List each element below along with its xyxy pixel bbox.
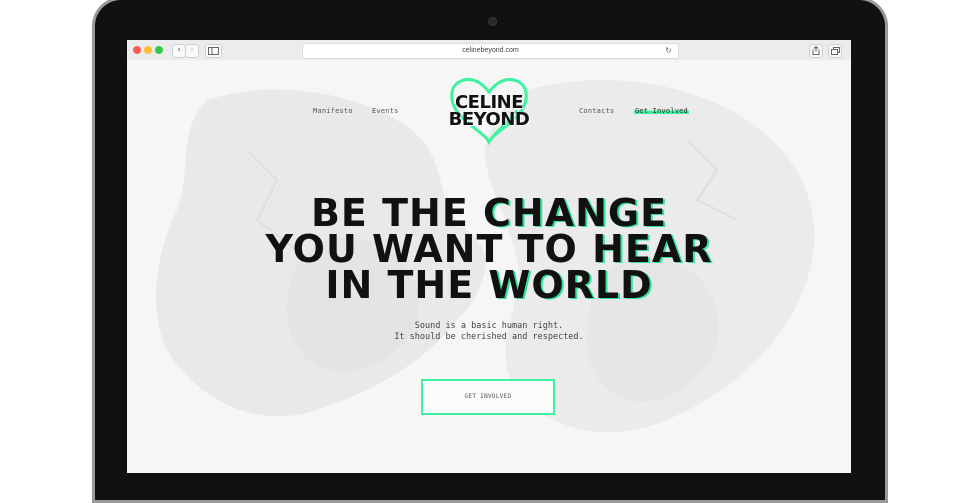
web-page: Manifesto Events Contacts Get Involved C… — [127, 60, 851, 473]
close-window-button[interactable] — [133, 46, 141, 54]
tabs-icon[interactable] — [828, 44, 842, 58]
nav-get-involved[interactable]: Get Involved — [634, 107, 689, 115]
minimize-window-button[interactable] — [144, 46, 152, 54]
nav-contacts[interactable]: Contacts — [579, 107, 614, 115]
celine-beyond-logo[interactable]: CELINE BEYOND — [433, 74, 545, 146]
share-icon[interactable] — [809, 44, 823, 58]
headline-line-1: BE THE CHANGE — [127, 194, 851, 232]
screen: ‹ › celinebeyond.com ↻ Manifesto Events … — [127, 40, 851, 473]
headline-line-3: IN THE WORLD — [127, 266, 851, 304]
reload-icon[interactable]: ↻ — [665, 44, 672, 58]
headline-line-2: YOU WANT TO HEAR — [127, 230, 851, 268]
maximize-window-button[interactable] — [155, 46, 163, 54]
get-involved-button[interactable]: GET INVOLVED — [421, 379, 555, 415]
hero-subtitle-2: It should be cherished and respected. — [394, 332, 584, 342]
browser-toolbar: ‹ › celinebeyond.com ↻ — [127, 40, 851, 61]
camera-icon — [488, 17, 497, 26]
address-bar[interactable]: celinebeyond.com ↻ — [302, 43, 679, 59]
nav-events[interactable]: Events — [372, 107, 399, 115]
headline-text: IN THE — [325, 263, 489, 307]
hero-headline: BE THE CHANGE YOU WANT TO HEAR IN THE WO… — [127, 194, 851, 304]
sidebar-icon[interactable] — [205, 44, 222, 58]
back-icon[interactable]: ‹ — [172, 44, 186, 58]
logo-line-2: BEYOND — [448, 109, 530, 130]
headline-accent: WORLD — [488, 263, 653, 307]
url-text: celinebeyond.com — [462, 47, 519, 54]
hero-subtitle-1: Sound is a basic human right. — [414, 321, 564, 331]
nav-manifesto[interactable]: Manifesto — [313, 107, 353, 115]
forward-icon[interactable]: › — [185, 44, 199, 58]
